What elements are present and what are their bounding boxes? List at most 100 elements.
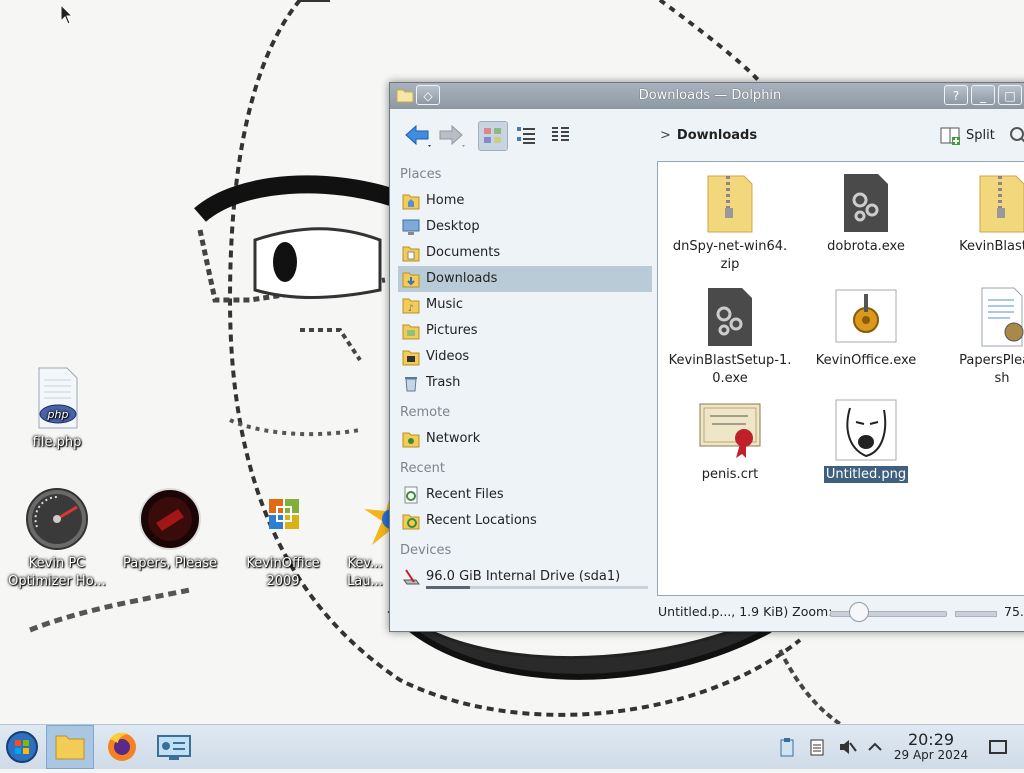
- file-item[interactable]: KevinBlastGo: [935, 170, 1024, 256]
- chevron-up-icon[interactable]: [865, 737, 885, 757]
- place-downloads[interactable]: Downloads: [398, 266, 652, 292]
- back-button[interactable]: [404, 123, 434, 149]
- desktop-folder-icon: [402, 218, 420, 236]
- place-desktop[interactable]: Desktop: [398, 214, 652, 240]
- maximize-button[interactable]: □: [998, 85, 1022, 105]
- place-music[interactable]: ♪ Music: [398, 292, 652, 318]
- file-item[interactable]: Untitled.png: [799, 398, 933, 484]
- clock-date: 29 Apr 2024: [893, 748, 969, 762]
- icons-view-icon: [484, 128, 501, 143]
- place-label: Documents: [426, 245, 501, 260]
- file-item[interactable]: PapersPlease sh: [935, 284, 1024, 388]
- certificate-icon: [698, 398, 762, 462]
- papers-please-icon: [138, 487, 202, 551]
- place-label: Home: [426, 193, 465, 208]
- file-item[interactable]: KevinOffice.exe: [799, 284, 933, 370]
- zoom-slider-handle[interactable]: [849, 602, 870, 622]
- window-titlebar[interactable]: ◇ Downloads — Dolphin ? _ □: [390, 83, 1024, 109]
- image-thumbnail-icon: [834, 398, 898, 462]
- network-folder-icon: [402, 430, 420, 448]
- details-view-icon: [552, 127, 569, 141]
- desktop-icon-label: Kev... Lau...: [347, 556, 383, 589]
- desktop-icon-label: file.php: [32, 435, 82, 450]
- forward-button[interactable]: [438, 123, 468, 149]
- php-file-icon: php: [25, 366, 89, 430]
- place-label: Videos: [426, 349, 470, 364]
- details-view-button[interactable]: [546, 121, 576, 151]
- devices-group-label: Devices: [400, 543, 452, 558]
- starburst-icon: [360, 487, 390, 551]
- place-videos[interactable]: Videos: [398, 344, 652, 370]
- places-group-label: Places: [400, 167, 442, 182]
- back-arrow-icon: [405, 124, 431, 147]
- dolphin-window: ◇ Downloads — Dolphin ? _ □ > Downloads …: [389, 82, 1024, 632]
- place-documents[interactable]: Documents: [398, 240, 652, 266]
- place-network[interactable]: Network: [398, 426, 652, 452]
- recent-group-label: Recent: [400, 461, 445, 476]
- task-firefox[interactable]: [98, 725, 146, 769]
- clock[interactable]: 20:29 29 Apr 2024: [888, 731, 974, 763]
- start-orb-icon: [6, 731, 38, 763]
- file-name: dnSpy-net-win64.: [672, 239, 788, 254]
- status-text: Untitled.p..., 1.9 KiB) Zoom:: [658, 604, 833, 619]
- place-pictures[interactable]: Pictures: [398, 318, 652, 344]
- window-title: Downloads — Dolphin: [638, 88, 782, 103]
- desktop-icon-papers-please[interactable]: Papers, Please: [115, 487, 225, 573]
- file-name: penis.crt: [701, 467, 759, 482]
- shell-script-icon: [970, 284, 1024, 348]
- desktop-icon-kevin-pc-optimizer[interactable]: Kevin PC Optimizer Ho...: [2, 487, 112, 591]
- file-item[interactable]: dobrota.exe: [799, 170, 933, 256]
- hard-drive-icon: [402, 568, 420, 586]
- icons-view-button[interactable]: [478, 121, 508, 151]
- split-view-icon: [940, 127, 960, 145]
- place-label: 96.0 GiB Internal Drive (sda1): [426, 569, 621, 584]
- file-name: KevinOffice.exe: [815, 353, 917, 368]
- recent-files-icon: [402, 486, 420, 504]
- free-space-percent: 75.1: [1004, 604, 1024, 619]
- place-recent-locations[interactable]: Recent Locations: [398, 508, 652, 534]
- file-name: dobrota.exe: [827, 239, 905, 254]
- help-button[interactable]: ?: [944, 85, 968, 105]
- place-home[interactable]: Home: [398, 188, 652, 214]
- status-bar: Untitled.p..., 1.9 KiB) Zoom: 75.1: [390, 595, 1024, 631]
- place-label: Downloads: [426, 271, 498, 286]
- zoom-slider[interactable]: [830, 611, 947, 617]
- executable-icon: [834, 170, 898, 234]
- place-label: Trash: [426, 375, 461, 390]
- folder-icon: [55, 735, 85, 760]
- notes-tray-icon[interactable]: [807, 737, 827, 757]
- start-menu-button[interactable]: [0, 725, 48, 769]
- file-name: PapersPlease: [959, 353, 1024, 368]
- breadcrumb[interactable]: > Downloads: [660, 128, 757, 143]
- firefox-icon: [108, 732, 136, 761]
- place-label: Recent Locations: [426, 513, 537, 528]
- file-item[interactable]: KevinBlastSetup-1. 0.exe: [663, 284, 797, 388]
- settings-monitor-icon: [157, 735, 191, 760]
- minimize-button[interactable]: _: [971, 85, 995, 105]
- executable-icon: [698, 284, 762, 348]
- desktop-icon-kevinoffice[interactable]: KevinOffice 2009: [228, 487, 338, 591]
- clipboard-tray-icon[interactable]: [777, 737, 797, 757]
- search-icon[interactable]: [1008, 125, 1024, 147]
- pictures-folder-icon: [402, 322, 420, 340]
- file-item[interactable]: dnSpy-net-win64. zip: [663, 170, 797, 274]
- file-name: KevinBlastSetup-1.: [668, 353, 792, 368]
- taskbar: 20:29 29 Apr 2024: [0, 724, 1024, 769]
- desktop-icon-file-php[interactable]: php file.php: [2, 366, 112, 452]
- task-system-settings[interactable]: [150, 725, 198, 769]
- compact-view-button[interactable]: [512, 121, 542, 151]
- place-internal-drive[interactable]: 96.0 GiB Internal Drive (sda1): [398, 564, 652, 590]
- speedometer-icon: [25, 487, 89, 551]
- file-view[interactable]: dnSpy-net-win64. zip dobrota.exe KevinBl…: [657, 161, 1024, 596]
- task-dolphin[interactable]: [46, 725, 94, 769]
- desktop-icon-kevin-launcher[interactable]: Kev... Lau...: [340, 487, 390, 591]
- file-item[interactable]: penis.crt: [663, 398, 797, 484]
- mouse-cursor-icon: [60, 4, 74, 25]
- compact-view-icon: [517, 127, 535, 144]
- file-name: zip: [720, 257, 740, 272]
- volume-muted-icon[interactable]: [837, 737, 857, 757]
- place-recent-files[interactable]: Recent Files: [398, 482, 652, 508]
- show-desktop-icon[interactable]: [988, 737, 1008, 757]
- place-trash[interactable]: Trash: [398, 370, 652, 396]
- toolbar: > Downloads Split: [390, 109, 1024, 163]
